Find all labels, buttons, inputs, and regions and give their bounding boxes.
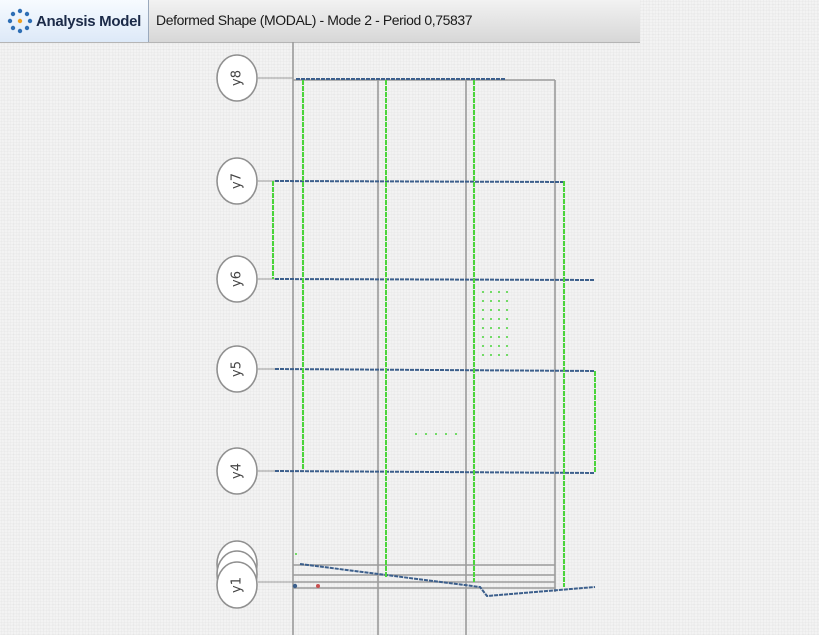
axis-bubble-y7[interactable]: y7 (216, 157, 258, 205)
axis-bubble-y6[interactable]: y6 (216, 255, 258, 303)
mesh-nodes (295, 291, 508, 555)
view-title: Deformed Shape (MODAL) - Mode 2 - Period… (156, 12, 473, 28)
structural-model-drawing: y8 y7 y6 y5 y4 y3 (216, 42, 596, 635)
axis-label-y5: y5 (230, 361, 245, 377)
axis-label-y8: y8 (230, 70, 245, 86)
deformed-columns (272, 80, 596, 587)
undeformed-frame (292, 42, 556, 635)
axis-label-y4: y4 (230, 463, 245, 479)
analysis-model-tab[interactable]: Analysis Model (0, 0, 149, 42)
view-titlebar: Analysis Model Deformed Shape (MODAL) - … (0, 0, 640, 43)
axis-label-y7: y7 (230, 173, 245, 189)
deformed-beams (274, 78, 596, 598)
axis-label-y6: y6 (230, 271, 245, 287)
axis-label-y1: y1 (230, 577, 245, 593)
axis-bubble-y1[interactable]: y1 (216, 561, 258, 609)
axis-bubbles: y8 y7 y6 y5 y4 y3 (216, 54, 258, 609)
axis-leaders (258, 77, 293, 583)
axis-bubble-y8[interactable]: y8 (216, 54, 258, 102)
axis-bubble-y5[interactable]: y5 (216, 345, 258, 393)
app-name: Analysis Model (36, 12, 141, 30)
axis-bubble-y4[interactable]: y4 (216, 447, 258, 495)
analysis-model-icon (7, 8, 33, 34)
model-canvas[interactable]: y8 y7 y6 y5 y4 y3 (0, 42, 819, 635)
